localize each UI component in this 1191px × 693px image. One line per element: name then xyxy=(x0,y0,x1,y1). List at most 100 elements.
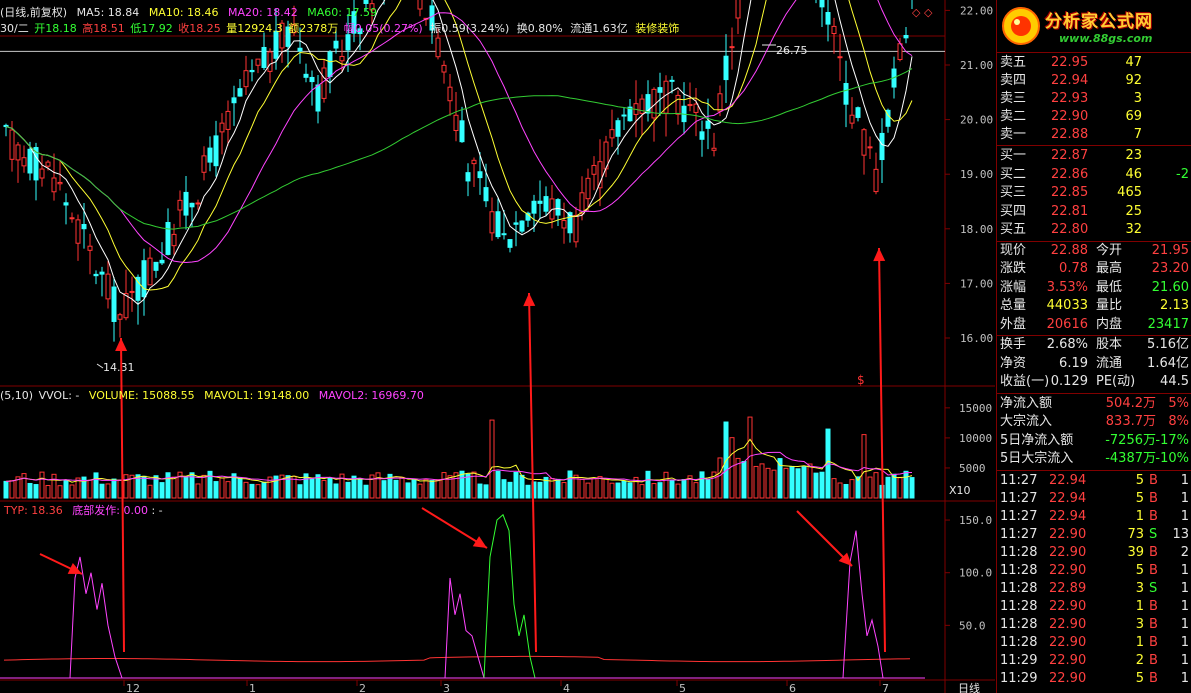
corner-icons[interactable]: ◇ ◇ xyxy=(912,6,932,20)
indicator-header: TYP: 18.36 底部发作: 0.00 : - xyxy=(4,504,169,518)
chart-title: (日线,前复权) xyxy=(0,6,68,19)
ask-price: 22.90 xyxy=(1051,109,1089,124)
tick-time: 11:28 xyxy=(1000,562,1038,578)
tick-count: 1 xyxy=(1180,562,1189,578)
logo-emblem-icon xyxy=(1002,7,1040,45)
volume-bar xyxy=(201,474,207,499)
tick-side: S xyxy=(1149,580,1158,596)
candle-body xyxy=(483,187,489,202)
tick-row: 11:27 22.94 1 B 1 xyxy=(997,508,1191,526)
price-axis-label: 16.00 xyxy=(960,332,993,345)
candle-body xyxy=(615,120,621,137)
volume-bar xyxy=(87,479,93,499)
volume-bar xyxy=(525,484,531,499)
bid-label: 买五 xyxy=(1000,222,1027,237)
flow-label: 5日净流入额 xyxy=(1000,432,1074,448)
volume-bar xyxy=(45,484,51,499)
candle-body xyxy=(501,233,507,236)
volume-bar xyxy=(771,469,777,499)
kline-chart-svg[interactable]: 26.0025.0024.0023.0022.0021.0020.0019.00… xyxy=(0,0,995,693)
high-price-label: 26.75 xyxy=(776,44,808,57)
quote-label-2: 最低 xyxy=(1096,279,1123,295)
ask-label: 卖五 xyxy=(1000,55,1027,70)
quote-label: 外盘 xyxy=(1000,316,1027,332)
tick-side: B xyxy=(1149,616,1158,632)
tick-price: 22.90 xyxy=(1049,634,1087,650)
industry-label[interactable]: 装修装饰 xyxy=(635,22,679,35)
bid-volume: 32 xyxy=(1125,222,1142,237)
volume-bar xyxy=(861,434,867,499)
flow-label: 净流入额 xyxy=(1000,395,1053,411)
volume-bar xyxy=(441,472,447,499)
candle-body xyxy=(159,259,165,264)
tick-count: 1 xyxy=(1180,490,1189,506)
ask-row: 卖一 22.88 7 xyxy=(997,126,1191,144)
volume-bar xyxy=(399,476,405,499)
candle-body xyxy=(459,120,465,143)
float-label: 流通1.63亿 xyxy=(570,22,628,35)
candle-body xyxy=(195,202,201,205)
candle-body xyxy=(861,129,867,156)
tick-time: 11:29 xyxy=(1000,670,1038,686)
candle-body xyxy=(21,157,27,167)
tick-volume: 1 xyxy=(1135,634,1144,650)
volume-bar xyxy=(789,465,795,499)
volume-bar xyxy=(681,479,687,499)
candle-body xyxy=(27,148,33,174)
bid-volume: 25 xyxy=(1125,203,1142,219)
volume-bar xyxy=(489,419,495,499)
candle-body xyxy=(591,164,597,175)
candle-body xyxy=(543,196,549,212)
volume-bar xyxy=(195,483,201,499)
bid-row: 买一 22.87 23 xyxy=(997,147,1191,165)
tick-count: 1 xyxy=(1180,652,1189,668)
candle-body xyxy=(693,103,699,113)
volume-bar xyxy=(333,483,339,499)
bid-label: 买二 xyxy=(1000,166,1027,182)
volume-bar xyxy=(405,482,411,499)
volume-bar xyxy=(897,477,903,499)
candle-body xyxy=(513,222,519,225)
kline-chart-area[interactable]: 26.0025.0024.0023.0022.0021.0020.0019.00… xyxy=(0,0,995,693)
fundamental-label-2: 流通 xyxy=(1096,355,1123,371)
candle-body xyxy=(609,129,615,139)
candle-body xyxy=(141,260,147,298)
period-label[interactable]: 日线 xyxy=(958,682,980,693)
tick-count: 1 xyxy=(1180,598,1189,614)
tick-side: B xyxy=(1149,544,1158,560)
tick-side: B xyxy=(1149,634,1158,650)
candle-body xyxy=(489,211,495,234)
ask-volume: 69 xyxy=(1125,109,1142,124)
volume-bar xyxy=(627,482,633,499)
volume-bar xyxy=(603,478,609,499)
volume-bar xyxy=(465,473,471,499)
volume-bar xyxy=(171,476,177,499)
date-axis-label: 7 xyxy=(882,682,889,693)
tick-price: 22.90 xyxy=(1049,616,1087,632)
volume-bar xyxy=(885,476,891,499)
candle-body xyxy=(117,314,123,320)
volume-bar xyxy=(165,472,171,499)
volume-bar xyxy=(693,482,699,499)
fundamental-value: 0.129 xyxy=(1050,374,1088,389)
indicator-axis-label: 100.0 xyxy=(959,567,992,580)
tick-side: B xyxy=(1149,670,1158,686)
volume-bar xyxy=(537,481,543,499)
tick-row: 11:28 22.90 1 B 1 xyxy=(997,634,1191,652)
flow-value: -4387万 xyxy=(1105,451,1156,466)
candle-body xyxy=(309,76,315,83)
flow-percent: -17% xyxy=(1155,432,1189,448)
volume-bar xyxy=(477,483,483,499)
candle-body xyxy=(219,122,225,133)
volume-bar xyxy=(849,479,855,499)
volume-bar xyxy=(207,470,213,499)
tick-side: S xyxy=(1149,526,1158,542)
volume-bar xyxy=(417,483,423,499)
candle-body xyxy=(69,217,75,220)
ask-volume: 92 xyxy=(1125,73,1142,88)
volume-bar xyxy=(381,480,387,499)
candle-body xyxy=(111,286,117,322)
fundamental-label: 净资 xyxy=(1000,355,1027,371)
candle-body xyxy=(129,290,135,293)
open-label: 开18.18 xyxy=(34,22,77,35)
